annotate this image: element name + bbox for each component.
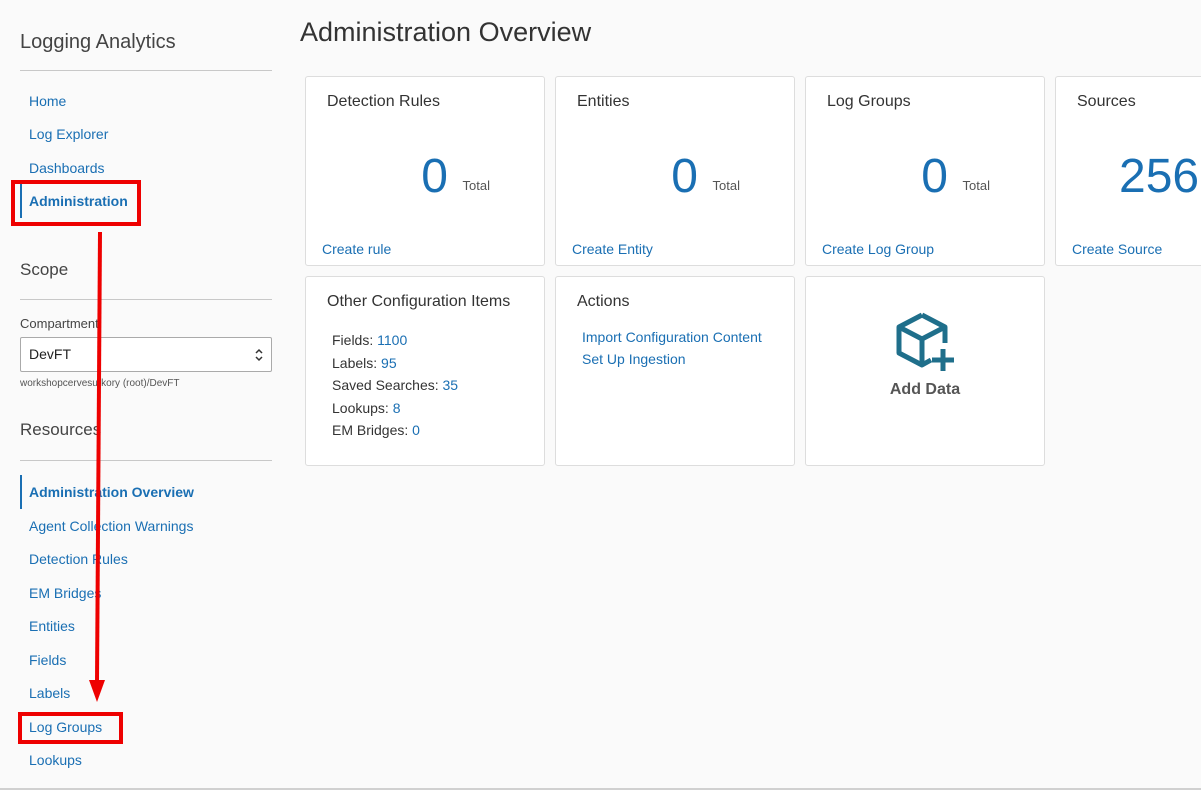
annotation-arrow-icon [89, 231, 105, 702]
